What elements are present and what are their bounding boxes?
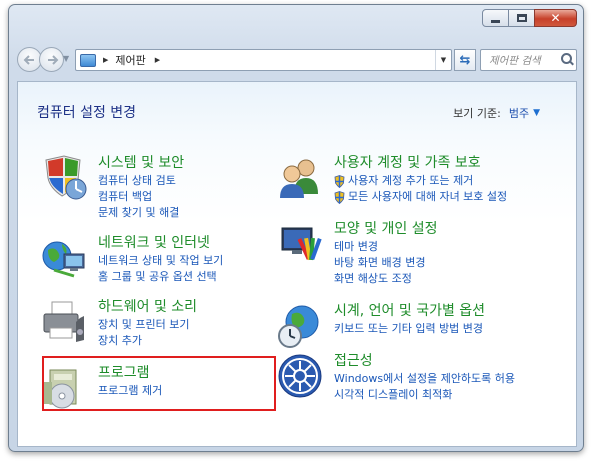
- accessibility-icon: [278, 354, 322, 398]
- maximize-icon: [516, 14, 527, 22]
- refresh-button[interactable]: ⇆: [454, 49, 476, 71]
- recent-pages-dropdown[interactable]: ▼: [63, 54, 69, 63]
- breadcrumb-separator-icon[interactable]: ▶: [103, 56, 108, 64]
- address-dropdown-button[interactable]: ▼: [435, 50, 451, 70]
- category-title[interactable]: 시계, 언어 및 국가별 옵션: [334, 302, 485, 321]
- address-toolbar: ▼ ▶ 제어판 ▶ ▼ ⇆ 제어판 검색: [17, 47, 577, 73]
- link-label: 모든 사용자에 대해 자녀 보호 설정: [348, 190, 508, 203]
- chevron-down-icon[interactable]: ▼: [533, 108, 540, 118]
- maximize-button[interactable]: [508, 9, 535, 27]
- link-backup[interactable]: 컴퓨터 백업: [98, 189, 184, 205]
- uac-shield-icon: [334, 190, 345, 204]
- link-windows-suggest-settings[interactable]: Windows에서 설정을 제안하도록 허용: [334, 371, 515, 387]
- view-by-label: 보기 기준:: [453, 107, 501, 120]
- link-optimize-display[interactable]: 시각적 디스플레이 최적화: [334, 387, 515, 403]
- network-globe-icon: [42, 241, 85, 278]
- appearance-icon: [281, 227, 322, 261]
- category-text: 시스템 및 보안 컴퓨터 상태 검토 컴퓨터 백업 문제 찾기 및 해결: [98, 154, 184, 221]
- users-icon: [280, 159, 318, 198]
- uac-shield-icon: [334, 174, 345, 188]
- category-text: 하드웨어 및 소리 장치 및 프린터 보기 장치 추가: [98, 298, 197, 349]
- view-by-dropdown[interactable]: 범주: [509, 105, 529, 121]
- view-by: 보기 기준: 범주 ▼: [453, 105, 540, 121]
- link-screen-resolution[interactable]: 화면 해상도 조정: [334, 271, 438, 287]
- content-panel: 컴퓨터 설정 변경 보기 기준: 범주 ▼ 시스템 및 보안 컴퓨터 상태 검토…: [17, 81, 577, 447]
- category-text: 네트워크 및 인터넷 네트워크 상태 및 작업 보기 홈 그룹 및 공유 옵션 …: [98, 234, 223, 285]
- breadcrumb-chevron-icon[interactable]: ▶: [155, 56, 160, 64]
- link-troubleshoot[interactable]: 문제 찾기 및 해결: [98, 205, 184, 221]
- category-text: 사용자 계정 및 가족 보호 사용자 계정 추가 또는 제거 모든 사용자에 대…: [334, 154, 507, 205]
- category-title[interactable]: 네트워크 및 인터넷: [98, 234, 223, 253]
- clock-globe-icon: [278, 305, 319, 348]
- control-panel-icon: [80, 53, 96, 67]
- search-input[interactable]: 제어판 검색: [481, 53, 558, 68]
- control-panel-window: ✕ ▼ ▶ 제어판 ▶ ▼ ⇆ 제어판 검색 컴퓨터 설정 변경 보기 기준: …: [8, 4, 584, 452]
- category-title[interactable]: 하드웨어 및 소리: [98, 298, 197, 317]
- link-review-status[interactable]: 컴퓨터 상태 검토: [98, 173, 184, 189]
- minimize-icon: [491, 19, 500, 23]
- category-text: 시계, 언어 및 국가별 옵션 키보드 또는 기타 입력 방법 변경: [334, 302, 485, 337]
- forward-arrow-icon: [48, 55, 59, 65]
- refresh-icon: ⇆: [459, 52, 471, 68]
- link-change-theme[interactable]: 테마 변경: [334, 239, 438, 255]
- search-box[interactable]: 제어판 검색: [480, 49, 577, 71]
- link-homegroup[interactable]: 홈 그룹 및 공유 옵션 선택: [98, 269, 223, 285]
- link-network-status[interactable]: 네트워크 상태 및 작업 보기: [98, 253, 223, 269]
- link-desktop-background[interactable]: 바탕 화면 배경 변경: [334, 255, 438, 271]
- link-add-device[interactable]: 장치 추가: [98, 333, 197, 349]
- link-label: 사용자 계정 추가 또는 제거: [348, 174, 474, 187]
- page-title: 컴퓨터 설정 변경: [37, 105, 137, 121]
- address-bar[interactable]: ▶ 제어판 ▶ ▼: [75, 49, 452, 71]
- category-title[interactable]: 사용자 계정 및 가족 보호: [334, 154, 507, 173]
- caption-buttons: ✕: [482, 9, 577, 27]
- category-text: 접근성 Windows에서 설정을 제안하도록 허용 시각적 디스플레이 최적화: [334, 352, 515, 403]
- category-title[interactable]: 모양 및 개인 설정: [334, 220, 438, 239]
- minimize-button[interactable]: [482, 9, 509, 27]
- forward-button[interactable]: [39, 47, 64, 72]
- category-title[interactable]: 시스템 및 보안: [98, 154, 184, 173]
- link-parental-controls[interactable]: 모든 사용자에 대해 자녀 보호 설정: [334, 189, 507, 205]
- link-devices-printers[interactable]: 장치 및 프린터 보기: [98, 317, 197, 333]
- category-title[interactable]: 접근성: [334, 352, 515, 371]
- printer-icon: [43, 301, 84, 342]
- close-icon: ✕: [550, 11, 561, 25]
- close-button[interactable]: ✕: [534, 9, 577, 27]
- link-add-remove-accounts[interactable]: 사용자 계정 추가 또는 제거: [334, 173, 507, 189]
- breadcrumb-control-panel[interactable]: 제어판: [115, 52, 145, 68]
- shield-computer-icon: [45, 155, 87, 200]
- category-text: 모양 및 개인 설정 테마 변경 바탕 화면 배경 변경 화면 해상도 조정: [334, 220, 438, 287]
- highlight-box: [42, 356, 276, 411]
- search-icon[interactable]: [558, 51, 576, 69]
- link-change-input-methods[interactable]: 키보드 또는 기타 입력 방법 변경: [334, 321, 485, 337]
